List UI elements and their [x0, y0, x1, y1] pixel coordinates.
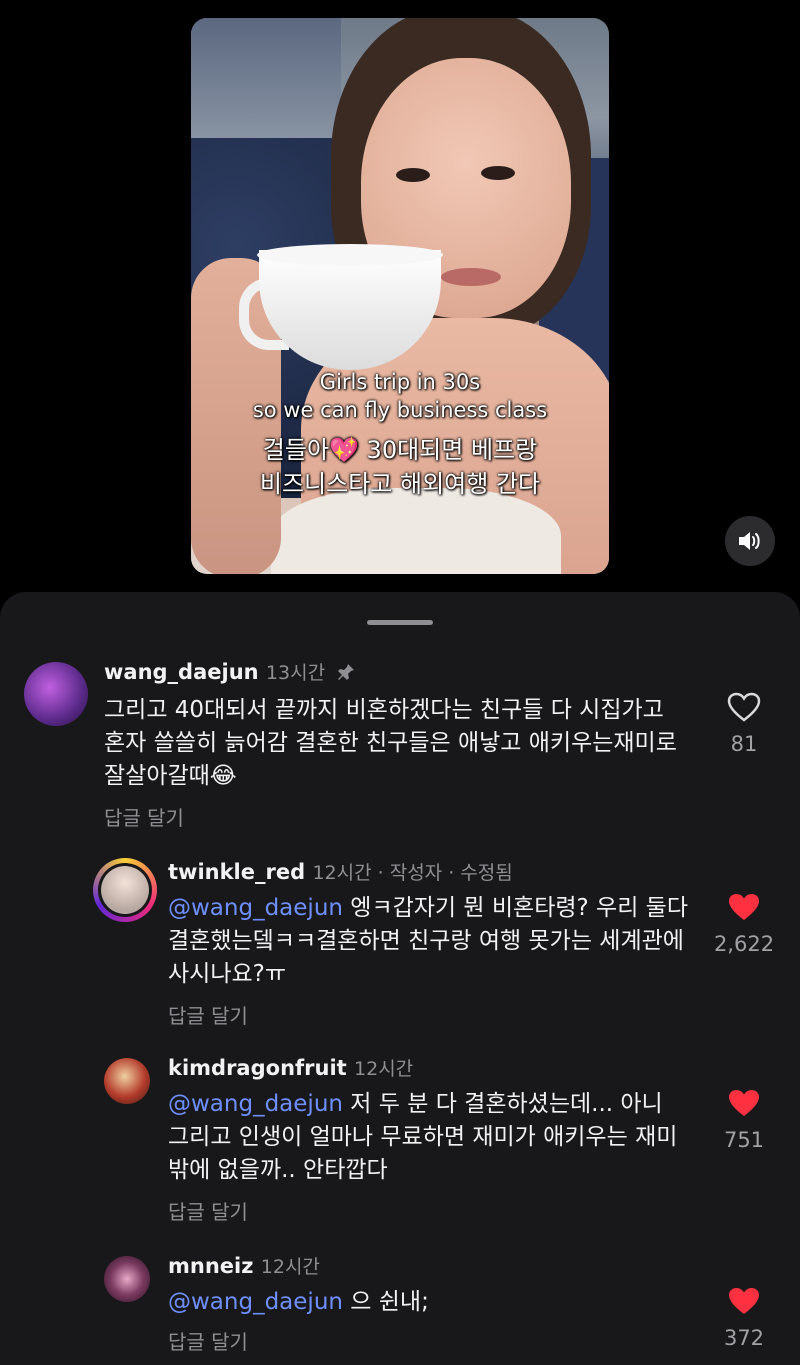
video-person-top [271, 488, 561, 574]
like-control[interactable]: 81 [714, 692, 774, 756]
like-control[interactable]: 2,622 [714, 892, 774, 956]
speaker-icon [739, 532, 760, 550]
screen: Girls trip in 30s so we can fly business… [0, 0, 800, 1365]
heart-outline-icon[interactable] [727, 692, 761, 722]
username[interactable]: twinkle_red [168, 860, 305, 884]
video-person-lips [441, 268, 501, 286]
pin-icon [338, 664, 355, 680]
comment-text: 그리고 40대되서 끝까지 비혼하겠다는 친구들 다 시집가고 혼자 쓸쓸히 늙… [104, 697, 677, 789]
sheet-grabber[interactable] [367, 620, 433, 625]
like-count: 2,622 [713, 932, 775, 956]
teacup-rim [257, 244, 443, 266]
video-caption-line-2: so we can fly business class [252, 398, 548, 422]
video-background [191, 18, 341, 138]
username[interactable]: kimdragonfruit [168, 1056, 347, 1080]
mention-link[interactable]: @wang_daejun [168, 1091, 343, 1117]
reply-button[interactable]: 답글 달기 [168, 1000, 248, 1029]
mention-link[interactable]: @wang_daejun [168, 895, 343, 921]
video-person-eye [481, 166, 515, 180]
comment-body: 으 쉰내; [342, 1289, 429, 1315]
reply-button[interactable]: 답글 달기 [104, 802, 184, 831]
timestamp: 12시간 · 작성자 · 수정됨 [312, 862, 513, 884]
video-caption-line-4: 비즈니스타고 해외여행 간다 [259, 470, 541, 498]
like-count: 372 [723, 1326, 765, 1350]
like-count: 81 [730, 732, 758, 756]
like-control[interactable]: 751 [714, 1088, 774, 1152]
avatar [98, 863, 152, 917]
video-caption-line-1: Girls trip in 30s [319, 370, 481, 394]
timestamp: 12시간 [260, 1256, 320, 1278]
comment-text: @wang_daejun 엥ㅋ갑자기 뭔 비혼타령? 우리 둘다 결혼했는뎈ㅋㅋ… [168, 892, 688, 991]
like-count: 751 [723, 1128, 765, 1152]
avatar[interactable] [104, 1256, 150, 1302]
reply-button[interactable]: 답글 달기 [168, 1196, 248, 1225]
comment-text: @wang_daejun 으 쉰내; [168, 1286, 688, 1319]
avatar[interactable] [24, 662, 88, 726]
comment-header: mnneiz 12시간 [168, 1252, 320, 1279]
avatar[interactable] [104, 1058, 150, 1104]
comment-header: twinkle_red 12시간 · 작성자 · 수정됨 [168, 858, 513, 885]
heart-filled-icon[interactable] [727, 1088, 761, 1118]
comment-text: @wang_daejun 저 두 분 다 결혼하셨는데... 아니 그리고 인생… [168, 1088, 688, 1187]
comments-sheet: wang_daejun 13시간 그리고 40대되서 끝까지 비혼하겠다는 친구… [0, 592, 800, 1365]
username[interactable]: wang_daejun [104, 660, 259, 684]
comment-header: wang_daejun 13시간 [104, 658, 356, 685]
video-caption-line-3: 걸들아💖 30대되면 베프랑 [262, 436, 538, 464]
avatar-story-ring[interactable] [93, 858, 157, 922]
video-player[interactable]: Girls trip in 30s so we can fly business… [191, 18, 609, 574]
heart-filled-icon[interactable] [727, 1286, 761, 1316]
timestamp: 13시간 [265, 662, 326, 684]
comment-header: kimdragonfruit 12시간 [168, 1054, 413, 1081]
video-person-eye [396, 168, 430, 182]
sound-toggle-button[interactable] [725, 516, 775, 566]
reply-button[interactable]: 답글 달기 [168, 1326, 248, 1355]
mention-link[interactable]: @wang_daejun [168, 1289, 343, 1315]
like-control[interactable]: 372 [714, 1286, 774, 1350]
timestamp: 12시간 [354, 1058, 414, 1080]
heart-filled-icon[interactable] [727, 892, 761, 922]
avatar-image [101, 866, 149, 914]
username[interactable]: mnneiz [168, 1254, 253, 1278]
